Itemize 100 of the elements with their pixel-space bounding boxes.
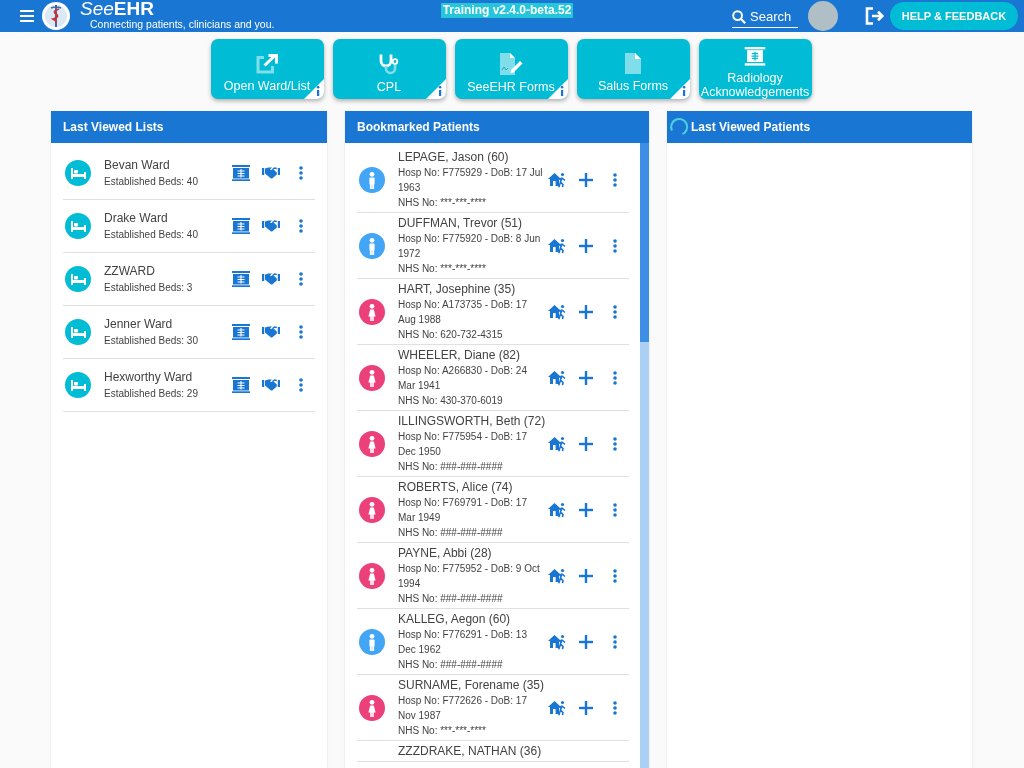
more-options-icon[interactable] [613, 436, 617, 451]
hospital-number-dob: Hosp No: F776291 - DoB: 13 Dec 1962 [398, 628, 528, 657]
plus-icon[interactable] [579, 238, 593, 253]
more-options-icon[interactable] [613, 172, 617, 187]
established-beds: Established Beds: 30 [104, 333, 198, 348]
established-beds: Established Beds: 29 [104, 386, 198, 401]
more-options-icon[interactable] [613, 238, 617, 253]
hospital-number-dob: Hosp No: F775954 - DoB: 17 Dec 1950 [398, 430, 528, 459]
ward-name[interactable]: ZZWARD [104, 262, 155, 279]
handshake-icon[interactable] [262, 326, 280, 338]
handshake-icon[interactable] [262, 220, 280, 232]
nhs-number: NHS No: ###-###-#### [398, 592, 503, 606]
info-icon[interactable] [425, 79, 446, 99]
nhs-number: NHS No: 430-370-6019 [398, 394, 503, 408]
search-field[interactable]: Search [750, 9, 796, 24]
nhs-number: NHS No: ###-###-#### [398, 526, 503, 540]
panel-title: Bookmarked Patients [357, 120, 480, 134]
plus-icon[interactable] [579, 502, 593, 517]
patient-name[interactable]: ROBERTS, Alice (74) [398, 479, 513, 495]
logout-icon[interactable] [865, 7, 885, 25]
nhs-number: NHS No: ###-###-#### [398, 460, 503, 474]
hospital-number-dob: Hosp No: A173735 - DoB: 17 Aug 1988 [398, 298, 528, 327]
plus-icon[interactable] [579, 568, 593, 583]
brand-name: SeeEHR [80, 0, 154, 18]
handshake-icon[interactable] [262, 273, 280, 285]
plus-icon[interactable] [579, 172, 593, 187]
xray-viewer-icon[interactable] [232, 218, 250, 234]
ward-name[interactable]: Bevan Ward [104, 156, 170, 173]
established-beds: Established Beds: 40 [104, 227, 198, 242]
house-running-person-icon[interactable] [548, 303, 566, 320]
house-running-person-icon[interactable] [548, 237, 566, 254]
more-options-icon[interactable] [299, 325, 303, 339]
established-beds: Established Beds: 3 [104, 280, 193, 295]
bed-icon [65, 266, 91, 292]
more-options-icon[interactable] [613, 304, 617, 319]
more-options-icon[interactable] [299, 166, 303, 180]
house-running-person-icon[interactable] [548, 633, 566, 650]
hospital-number-dob: Hosp No: F775952 - DoB: 9 Oct 1994 [398, 562, 541, 591]
menu-icon[interactable] [20, 10, 34, 22]
xray-viewer-icon[interactable] [232, 324, 250, 340]
house-running-person-icon[interactable] [548, 699, 566, 716]
nhs-number: NHS No: ###-###-#### [398, 658, 503, 672]
ward-name[interactable]: Hexworthy Ward [104, 368, 193, 385]
search-icon [732, 9, 746, 24]
ward-name[interactable]: Jenner Ward [104, 315, 173, 332]
house-running-person-icon[interactable] [548, 369, 566, 386]
patient-name[interactable]: ILLINGSWORTH, Beth (72) [398, 413, 546, 429]
bed-icon [65, 372, 91, 398]
patient-name[interactable]: KALLEG, Aegon (60) [398, 611, 511, 627]
hospital-number-dob: Hosp No: F769791 - DoB: 17 Mar 1949 [398, 496, 528, 525]
plus-icon[interactable] [579, 634, 593, 649]
document-pen-icon [499, 52, 523, 75]
handshake-icon[interactable] [262, 167, 280, 179]
patient-name[interactable]: HART, Josephine (35) [398, 281, 516, 297]
panel-title: Last Viewed Lists [63, 120, 164, 134]
brand-tagline: Connecting patients, clinicians and you. [90, 18, 275, 30]
nhs-number: NHS No: ***-***-**** [398, 262, 486, 276]
nhs-number: NHS No: 620-732-4315 [398, 328, 503, 342]
document-icon [625, 53, 641, 74]
xray-viewer-icon[interactable] [232, 377, 250, 393]
more-options-icon[interactable] [613, 568, 617, 583]
more-options-icon[interactable] [613, 370, 617, 385]
more-options-icon[interactable] [613, 634, 617, 649]
more-options-icon[interactable] [299, 378, 303, 392]
nhs-number: NHS No: ***-***-**** [398, 724, 486, 738]
info-icon[interactable] [669, 79, 690, 99]
ward-name[interactable]: Drake Ward [104, 209, 168, 226]
more-options-icon[interactable] [613, 502, 617, 517]
hospital-number-dob: Hosp No: F772626 - DoB: 17 Nov 1987 [398, 694, 528, 723]
plus-icon[interactable] [579, 436, 593, 451]
more-options-icon[interactable] [299, 219, 303, 233]
house-running-person-icon[interactable] [548, 567, 566, 584]
plus-icon[interactable] [579, 370, 593, 385]
patient-name[interactable]: SURNAME, Forename (35) [398, 677, 545, 693]
scrollbar-thumb[interactable] [640, 143, 649, 342]
panel-title: Last Viewed Patients [691, 120, 811, 134]
patient-name[interactable]: WHEELER, Diane (82) [398, 347, 521, 363]
established-beds: Established Beds: 40 [104, 174, 198, 189]
more-options-icon[interactable] [613, 700, 617, 715]
patient-name[interactable]: PAYNE, Abbi (28) [398, 545, 492, 561]
bed-icon [65, 319, 91, 345]
xray-viewer-icon[interactable] [232, 165, 250, 181]
house-running-person-icon[interactable] [548, 171, 566, 188]
house-running-person-icon[interactable] [548, 435, 566, 452]
house-running-person-icon[interactable] [548, 501, 566, 518]
hospital-number-dob: Hosp No: F775929 - DoB: 17 Jul 1963 [398, 166, 544, 195]
hospital-number-dob: Hosp No: F775920 - DoB: 8 Jun 1972 [398, 232, 542, 261]
plus-icon[interactable] [579, 304, 593, 319]
handshake-icon[interactable] [262, 379, 280, 391]
hospital-number-dob: Hosp No: A266830 - DoB: 24 Mar 1941 [398, 364, 528, 393]
patient-name[interactable]: LEPAGE, Jason (60) [398, 149, 509, 165]
avatar-placeholder[interactable] [808, 1, 838, 31]
xray-viewer-icon[interactable] [232, 271, 250, 287]
bed-icon [65, 213, 91, 239]
plus-icon[interactable] [579, 700, 593, 715]
more-options-icon[interactable] [299, 272, 303, 286]
patient-name[interactable]: DUFFMAN, Trevor (51) [398, 215, 522, 231]
stethoscope-icon [378, 52, 400, 75]
external-link-icon [256, 53, 278, 74]
patient-name[interactable]: ZZZDRAKE, NATHAN (36) [398, 743, 542, 759]
